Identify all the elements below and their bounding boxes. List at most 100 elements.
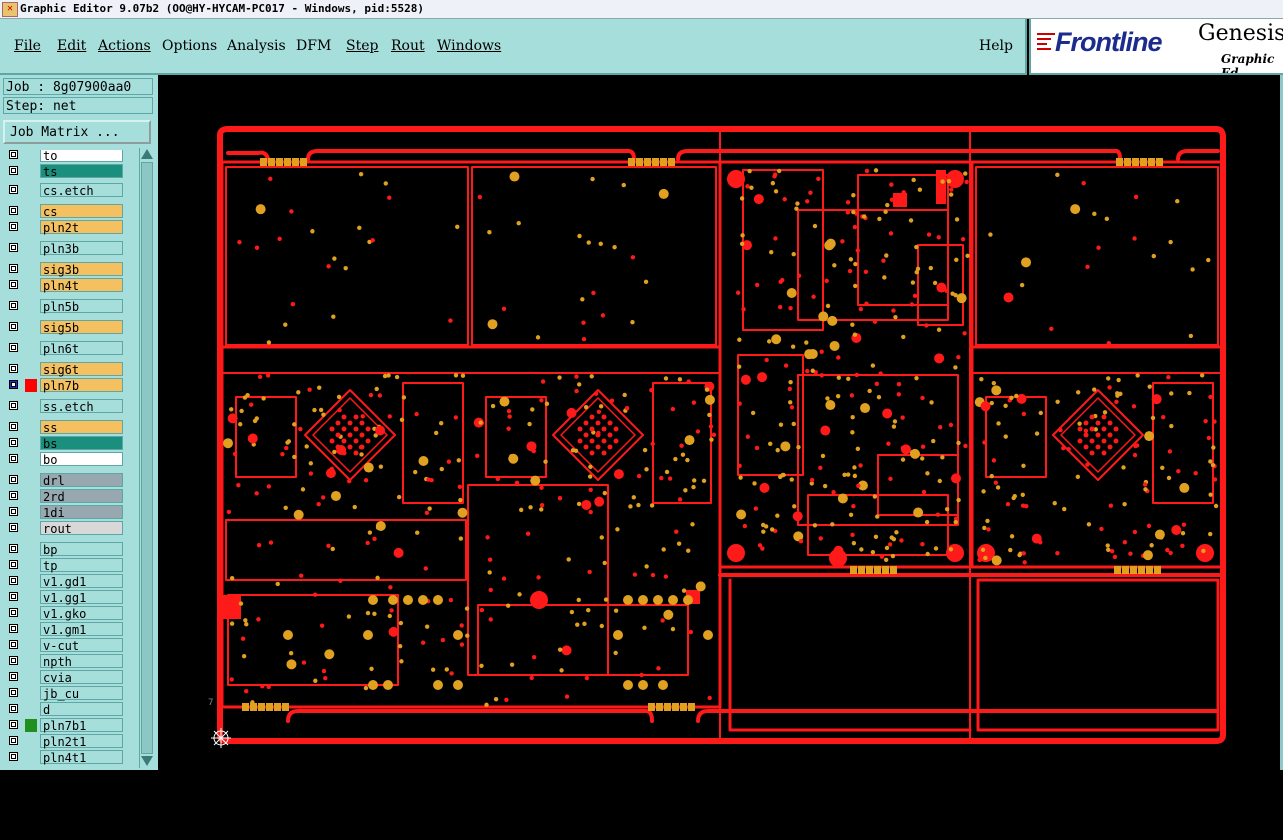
layer-checkbox[interactable] — [9, 544, 18, 553]
layer-name[interactable]: v-cut — [40, 638, 123, 653]
layer-name[interactable]: d — [40, 702, 123, 717]
layer-row-v1.gko[interactable]: v1.gko — [3, 606, 137, 621]
layer-name[interactable]: pln5b — [40, 299, 123, 314]
layer-row-v-cut[interactable]: v-cut — [3, 638, 137, 653]
layer-row-2rd[interactable]: 2rd — [3, 489, 137, 504]
layer-row-sig6t[interactable]: sig6t — [3, 362, 137, 377]
menu-options[interactable]: Options — [162, 38, 217, 54]
layer-color-swatch[interactable] — [25, 719, 37, 732]
scroll-up-icon[interactable] — [141, 149, 153, 159]
layer-name[interactable]: pln2t1 — [40, 734, 123, 749]
layer-name[interactable]: cs — [40, 204, 123, 219]
layer-checkbox[interactable] — [9, 422, 18, 431]
layer-checkbox[interactable] — [9, 752, 18, 761]
layer-checkbox[interactable] — [9, 166, 18, 175]
menu-dfm[interactable]: DFM — [296, 38, 331, 54]
menu-step[interactable]: Step — [346, 38, 378, 54]
layer-checkbox[interactable] — [9, 185, 18, 194]
origin-crosshair-icon[interactable] — [211, 728, 231, 748]
layer-checkbox[interactable] — [9, 301, 18, 310]
layer-row-pln7b[interactable]: pln7b — [3, 378, 137, 393]
scroll-thumb[interactable] — [141, 162, 153, 754]
layer-row-ss.etch[interactable]: ss.etch — [3, 399, 137, 414]
layer-row-d[interactable]: d — [3, 702, 137, 717]
layer-row-pln7b1[interactable]: pln7b1 — [3, 718, 137, 733]
layer-name[interactable]: cs.etch — [40, 183, 123, 198]
layer-name[interactable]: 1di — [40, 505, 123, 520]
layer-name[interactable]: pln4t — [40, 278, 123, 293]
layer-row-ts[interactable]: ts — [3, 164, 137, 179]
layer-checkbox[interactable] — [9, 380, 18, 389]
layer-checkbox[interactable] — [9, 523, 18, 532]
layer-name[interactable]: pln6t — [40, 341, 123, 356]
layer-name[interactable]: bs — [40, 436, 123, 451]
layer-row-pln4t[interactable]: pln4t — [3, 278, 137, 293]
layer-name[interactable]: to — [40, 150, 123, 163]
layer-row-pln5b[interactable]: pln5b — [3, 299, 137, 314]
layer-checkbox[interactable] — [9, 322, 18, 331]
layer-checkbox[interactable] — [9, 507, 18, 516]
layer-row-1di[interactable]: 1di — [3, 505, 137, 520]
layer-name[interactable]: pln7b — [40, 378, 123, 393]
layer-row-cs.etch[interactable]: cs.etch — [3, 183, 137, 198]
layer-name[interactable]: v1.gko — [40, 606, 123, 621]
layer-name[interactable]: ts — [40, 164, 123, 179]
layer-checkbox[interactable] — [9, 656, 18, 665]
layer-row-cs[interactable]: cs — [3, 204, 137, 219]
layer-row-to[interactable]: to — [3, 150, 137, 163]
layer-checkbox[interactable] — [9, 343, 18, 352]
layer-name[interactable]: sig3b — [40, 262, 123, 277]
scroll-down-icon[interactable] — [141, 756, 153, 766]
layer-checkbox[interactable] — [9, 688, 18, 697]
layer-name[interactable]: bo — [40, 452, 123, 467]
menu-help[interactable]: Help — [979, 38, 1013, 54]
layer-row-pln4t1[interactable]: pln4t1 — [3, 750, 137, 765]
menu-actions[interactable]: Actions — [98, 38, 151, 54]
menu-edit[interactable]: Edit — [57, 38, 86, 54]
layer-row-v1.gm1[interactable]: v1.gm1 — [3, 622, 137, 637]
layer-checkbox[interactable] — [9, 560, 18, 569]
layer-row-drl[interactable]: drl — [3, 473, 137, 488]
layer-checkbox[interactable] — [9, 592, 18, 601]
layer-checkbox[interactable] — [9, 264, 18, 273]
pcb-drawing[interactable]: 7 — [158, 75, 1280, 770]
layer-scrollbar[interactable] — [139, 148, 154, 768]
layer-row-tp[interactable]: tp — [3, 558, 137, 573]
layer-name[interactable]: 2rd — [40, 489, 123, 504]
layer-checkbox[interactable] — [9, 206, 18, 215]
layer-checkbox[interactable] — [9, 491, 18, 500]
layer-name[interactable]: v1.gg1 — [40, 590, 123, 605]
layer-checkbox[interactable] — [9, 704, 18, 713]
menu-rout[interactable]: Rout — [391, 38, 425, 54]
menu-windows[interactable]: Windows — [437, 38, 501, 54]
graphic-canvas[interactable]: 7 — [158, 75, 1280, 770]
layer-checkbox[interactable] — [9, 576, 18, 585]
layer-checkbox[interactable] — [9, 222, 18, 231]
layer-row-v1.gg1[interactable]: v1.gg1 — [3, 590, 137, 605]
layer-row-v1.gd1[interactable]: v1.gd1 — [3, 574, 137, 589]
layer-name[interactable]: pln7b1 — [40, 718, 123, 733]
layer-name[interactable]: pln2t — [40, 220, 123, 235]
layer-checkbox[interactable] — [9, 401, 18, 410]
layer-row-sig5b[interactable]: sig5b — [3, 320, 137, 335]
layer-row-bp[interactable]: bp — [3, 542, 137, 557]
menu-file[interactable]: File — [14, 38, 41, 54]
layer-row-bs[interactable]: bs — [3, 436, 137, 451]
layer-color-swatch[interactable] — [25, 379, 37, 392]
layer-checkbox[interactable] — [9, 438, 18, 447]
layer-checkbox[interactable] — [9, 624, 18, 633]
layer-checkbox[interactable] — [9, 608, 18, 617]
layer-checkbox[interactable] — [9, 150, 18, 159]
layer-checkbox[interactable] — [9, 364, 18, 373]
layer-name[interactable]: bp — [40, 542, 123, 557]
layer-name[interactable]: tp — [40, 558, 123, 573]
layer-row-npth[interactable]: npth — [3, 654, 137, 669]
layer-row-rout[interactable]: rout — [3, 521, 137, 536]
layer-row-ss[interactable]: ss — [3, 420, 137, 435]
layer-name[interactable]: ss.etch — [40, 399, 123, 414]
layer-checkbox[interactable] — [9, 672, 18, 681]
app-icon[interactable]: ✕ — [2, 2, 18, 17]
layer-name[interactable]: ss — [40, 420, 123, 435]
menu-analysis[interactable]: Analysis — [227, 38, 286, 54]
layer-row-pln2t[interactable]: pln2t — [3, 220, 137, 235]
